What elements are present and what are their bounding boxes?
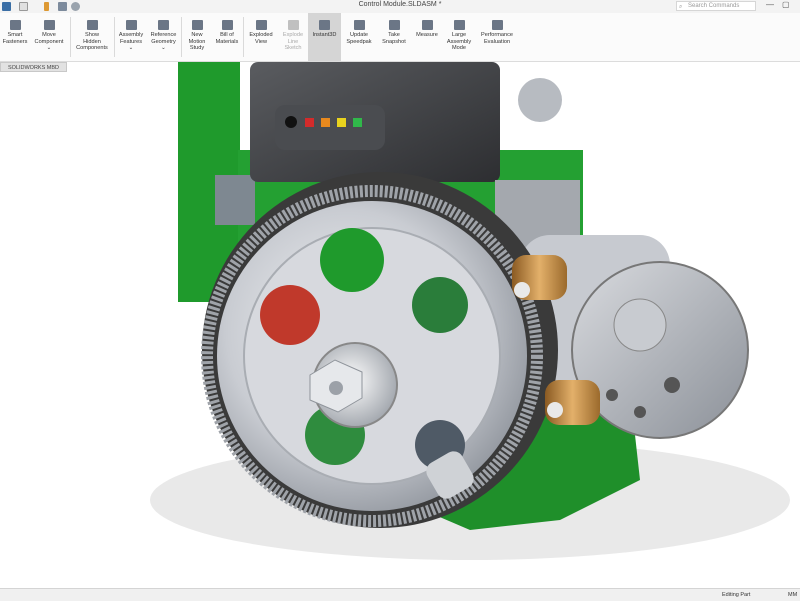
- tab-solidworks-mbd[interactable]: SOLIDWORKS MBD: [0, 62, 67, 72]
- move-component-button[interactable]: Move Component ⌄: [30, 13, 68, 61]
- search-commands-input[interactable]: ⌕ Search Commands: [676, 1, 756, 11]
- show-hidden-icon: [86, 20, 98, 30]
- maximize-button[interactable]: ▢: [782, 0, 790, 9]
- ribbon-separator: [70, 17, 71, 57]
- status-led-green: [353, 118, 362, 127]
- minimize-button[interactable]: —: [766, 0, 774, 9]
- status-led-yellow: [337, 118, 346, 127]
- new-motion-study-button[interactable]: New Motion Study: [183, 13, 211, 61]
- snapshot-icon: [388, 20, 400, 30]
- exploded-view-icon: [255, 20, 267, 30]
- motion-study-icon: [191, 20, 203, 30]
- idler-hole-3: [634, 406, 646, 418]
- move-component-icon: [43, 20, 55, 30]
- idler-hole-2: [664, 377, 680, 393]
- show-hidden-components-button[interactable]: Show Hidden Components: [72, 13, 112, 61]
- update-speedpak-button[interactable]: Update Speedpak: [343, 13, 375, 61]
- status-led-dark: [285, 116, 297, 128]
- performance-evaluation-button[interactable]: Performance Evaluation: [476, 13, 518, 61]
- nut-bore: [329, 381, 343, 395]
- idler-hub: [613, 298, 667, 352]
- ribbon-separator: [243, 17, 244, 57]
- speedpak-icon: [353, 20, 365, 30]
- idler-hole-1: [606, 389, 618, 401]
- explode-line-icon: [287, 20, 299, 30]
- gear-window-top: [320, 228, 384, 292]
- bushing-upper-bore: [514, 282, 530, 298]
- smart-fasteners-button[interactable]: Smart Fasteners: [0, 13, 30, 61]
- measure-button[interactable]: Measure: [412, 13, 442, 61]
- measure-icon: [421, 20, 433, 30]
- fastener-icon: [9, 20, 21, 30]
- explode-line-sketch-button[interactable]: Explode Line Sketch: [278, 13, 308, 61]
- title-bar: Control Module.SLDASM * ⌕ Search Command…: [0, 0, 800, 14]
- graphics-area[interactable]: [0, 62, 800, 588]
- assembly-features-icon: [125, 20, 137, 30]
- command-manager-ribbon: Smart Fasteners Move Component ⌄ Show Hi…: [0, 13, 800, 62]
- ribbon-separator: [114, 17, 115, 57]
- pcb-connector: [215, 175, 255, 225]
- bill-of-materials-icon: [221, 20, 233, 30]
- top-knob: [518, 78, 562, 122]
- reference-geometry-icon: [158, 20, 169, 30]
- status-units[interactable]: MM: [788, 592, 797, 598]
- status-bar: Editing Part MM: [0, 588, 800, 601]
- bill-of-materials-button[interactable]: Bill of Materials: [212, 13, 242, 61]
- gear-window-left: [260, 285, 320, 345]
- bushing-lower-bore: [547, 402, 563, 418]
- search-icon: ⌕: [679, 4, 683, 10]
- gear-window-right: [412, 277, 468, 333]
- status-led-orange: [321, 118, 330, 127]
- tab-strip: SOLIDWORKS MBD: [0, 62, 800, 73]
- instant3d-icon: [319, 20, 330, 30]
- instant3d-button[interactable]: Instant3D: [308, 13, 341, 61]
- large-assembly-mode-button[interactable]: Large Assembly Mode: [443, 13, 475, 61]
- large-assembly-icon: [453, 20, 465, 30]
- status-editing-mode: Editing Part: [722, 592, 751, 598]
- performance-evaluation-icon: [491, 20, 503, 30]
- reference-geometry-button[interactable]: Reference Geometry ⌄: [147, 13, 180, 61]
- assembly-model[interactable]: [0, 62, 800, 588]
- ribbon-separator: [181, 17, 182, 57]
- status-led-red: [305, 118, 314, 127]
- assembly-features-button[interactable]: Assembly Features ⌄: [116, 13, 146, 61]
- take-snapshot-button[interactable]: Take Snapshot: [378, 13, 410, 61]
- exploded-view-button[interactable]: Exploded View: [245, 13, 277, 61]
